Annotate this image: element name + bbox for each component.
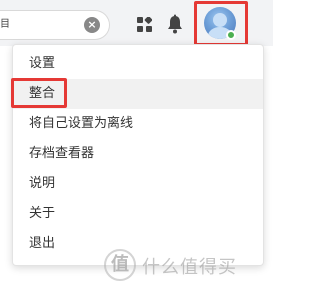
widgets-icon[interactable] xyxy=(137,17,152,32)
account-dropdown-menu: 设置 整合 将自己设置为离线 存档查看器 说明 关于 退出 xyxy=(12,44,264,266)
menu-item-archive-viewer[interactable]: 存档查看器 xyxy=(13,139,263,169)
menu-item-integrations[interactable]: 整合 xyxy=(13,79,263,109)
search-input-text: 目 xyxy=(0,19,10,30)
menu-item-quit[interactable]: 退出 xyxy=(13,229,263,259)
menu-item-help[interactable]: 说明 xyxy=(13,169,263,199)
online-status-icon xyxy=(226,30,236,40)
top-toolbar: 目 × xyxy=(0,0,273,46)
menu-item-about[interactable]: 关于 xyxy=(13,199,263,229)
search-input[interactable]: 目 × xyxy=(0,10,110,40)
menu-item-settings[interactable]: 设置 xyxy=(13,49,263,79)
clear-search-icon[interactable]: × xyxy=(84,17,100,33)
menu-item-set-offline[interactable]: 将自己设置为离线 xyxy=(13,109,263,139)
bell-icon[interactable] xyxy=(166,14,184,34)
